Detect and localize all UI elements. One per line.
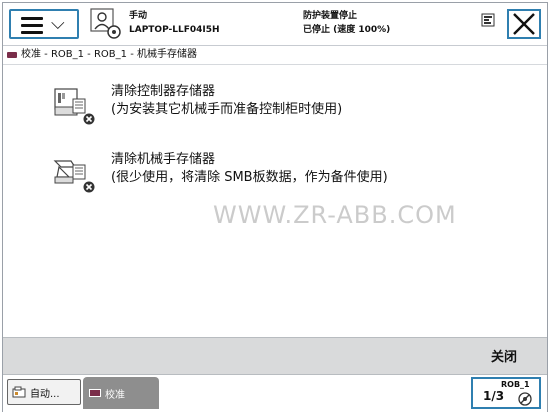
run-status: 防护装置停止 已停止 (速度 100%): [303, 9, 390, 37]
controller-memory-clear-icon: [54, 88, 95, 125]
robot-disabled-icon: [518, 392, 532, 406]
safety-status: 防护装置停止: [303, 11, 358, 21]
chevron-down-icon: ⌵: [51, 13, 65, 34]
robot-memory-clear-icon: [53, 160, 95, 193]
close-icon: [513, 13, 535, 35]
breadcrumb: 校准 - ROB_1 - ROB_1 - 机械手存储器: [7, 46, 197, 64]
close-button[interactable]: 关闭: [491, 346, 517, 365]
calibration-icon: [7, 52, 17, 58]
flexpendant-window: ⌵ 手动 LAPTOP-LLF04I5H 防护装置停止 已停止 (速度 100%…: [2, 2, 548, 412]
main-menu-button[interactable]: ⌵: [9, 9, 79, 39]
divider: [3, 64, 547, 65]
top-bar: ⌵ 手动 LAPTOP-LLF04I5H 防护装置停止 已停止 (速度 100%…: [3, 3, 547, 46]
hamburger-icon: [21, 17, 43, 34]
watermark: WWW.ZR-ABB.COM: [213, 201, 457, 229]
quickset-robot-button[interactable]: ROB_1 1/3: [471, 377, 541, 409]
clear-robot-memory-option[interactable]: 清除机械手存储器 (很少使用，将清除 SMB板数据，作为备件使用): [49, 151, 509, 203]
operating-mode: 手动: [129, 11, 148, 21]
auto-production-icon: [12, 386, 26, 398]
quickset-icon[interactable]: [481, 13, 495, 27]
task-auto-production[interactable]: 自动...: [7, 379, 81, 405]
breadcrumb-text: 校准 - ROB_1 - ROB_1 - 机械手存储器: [21, 49, 197, 60]
calibration-icon: [89, 389, 101, 397]
option-title: 清除机械手存储器: [111, 152, 216, 167]
mode-status: 手动 LAPTOP-LLF04I5H: [129, 9, 220, 37]
task-calibration[interactable]: 校准: [83, 377, 159, 409]
user-gear-icon[interactable]: [89, 7, 123, 41]
task-label: 校准: [105, 389, 125, 401]
task-label: 自动...: [30, 388, 60, 400]
option-description: (为安装其它机械手而准备控制柜时使用): [111, 102, 343, 117]
command-bar: 关闭: [3, 337, 547, 374]
task-fraction: 1/3: [483, 389, 505, 403]
option-title: 清除控制器存储器: [111, 84, 216, 99]
clear-controller-memory-option[interactable]: 清除控制器存储器 (为安装其它机械手而准备控制柜时使用): [49, 83, 509, 135]
robot-name: ROB_1: [501, 380, 530, 389]
speed-status: 已停止 (速度 100%): [303, 25, 391, 35]
close-window-button[interactable]: [507, 9, 541, 39]
taskbar: 自动... 校准 ROB_1 1/3: [3, 374, 547, 412]
controller-name: LAPTOP-LLF04I5H: [129, 25, 220, 35]
option-description: (很少使用，将清除 SMB板数据，作为备件使用): [111, 170, 388, 185]
